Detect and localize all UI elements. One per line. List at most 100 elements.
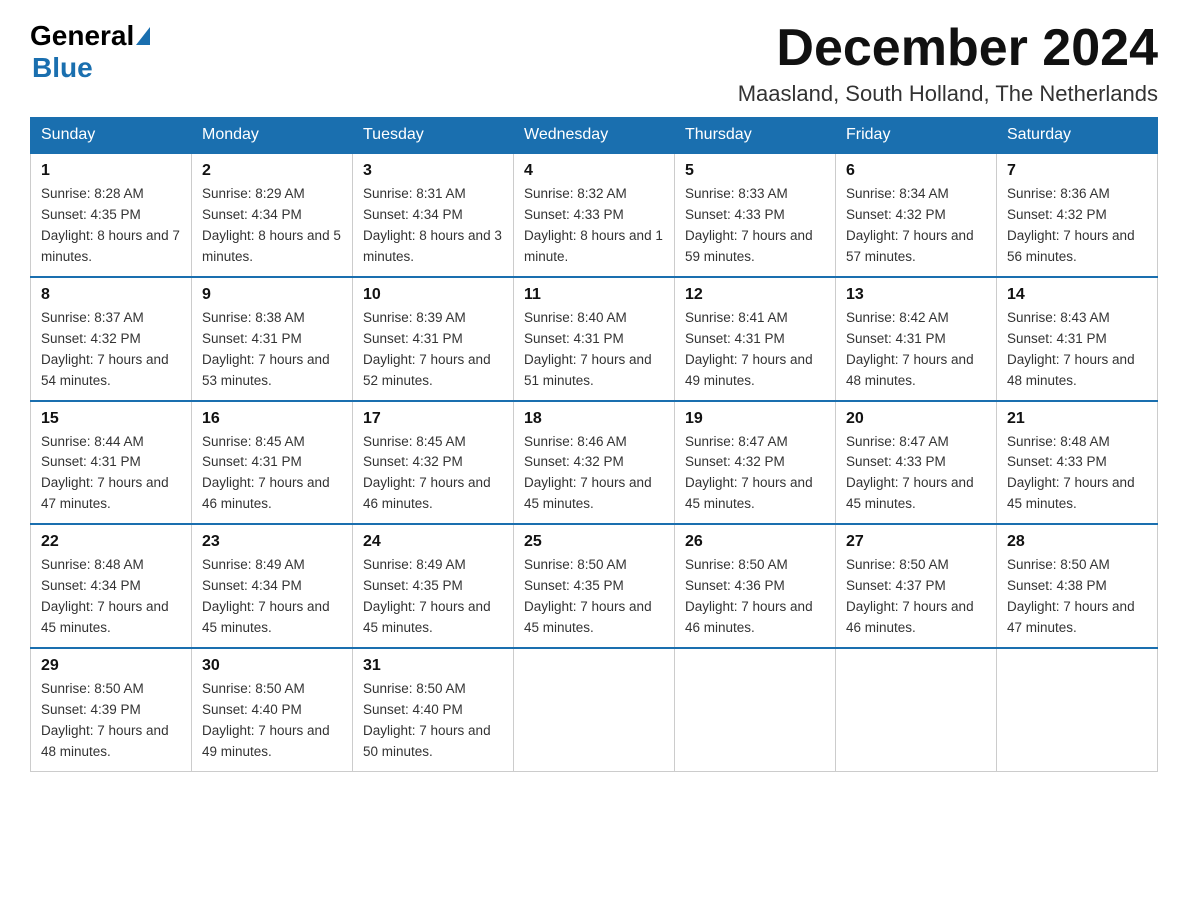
day-cell-14: 14 Sunrise: 8:43 AMSunset: 4:31 PMDayligh… bbox=[997, 277, 1158, 401]
day-info: Sunrise: 8:50 AMSunset: 4:40 PMDaylight:… bbox=[363, 679, 503, 763]
day-info: Sunrise: 8:43 AMSunset: 4:31 PMDaylight:… bbox=[1007, 308, 1147, 392]
day-info: Sunrise: 8:34 AMSunset: 4:32 PMDaylight:… bbox=[846, 184, 986, 268]
day-cell-12: 12 Sunrise: 8:41 AMSunset: 4:31 PMDayligh… bbox=[675, 277, 836, 401]
day-number: 28 bbox=[1007, 533, 1147, 551]
day-info: Sunrise: 8:49 AMSunset: 4:34 PMDaylight:… bbox=[202, 555, 342, 639]
day-info: Sunrise: 8:31 AMSunset: 4:34 PMDaylight:… bbox=[363, 184, 503, 268]
day-info: Sunrise: 8:46 AMSunset: 4:32 PMDaylight:… bbox=[524, 432, 664, 516]
calendar-header-row: SundayMondayTuesdayWednesdayThursdayFrid… bbox=[31, 118, 1158, 154]
day-header-monday: Monday bbox=[192, 118, 353, 154]
day-cell-18: 18 Sunrise: 8:46 AMSunset: 4:32 PMDayligh… bbox=[514, 401, 675, 525]
day-number: 26 bbox=[685, 533, 825, 551]
day-info: Sunrise: 8:50 AMSunset: 4:36 PMDaylight:… bbox=[685, 555, 825, 639]
day-number: 20 bbox=[846, 410, 986, 428]
day-cell-25: 25Sunrise: 8:50 AMSunset: 4:35 PMDayligh… bbox=[514, 524, 675, 648]
calendar-table: SundayMondayTuesdayWednesdayThursdayFrid… bbox=[30, 117, 1158, 771]
day-number: 22 bbox=[41, 533, 181, 551]
day-info: Sunrise: 8:29 AMSunset: 4:34 PMDaylight:… bbox=[202, 184, 342, 268]
day-info: Sunrise: 8:47 AMSunset: 4:33 PMDaylight:… bbox=[846, 432, 986, 516]
empty-cell bbox=[514, 648, 675, 771]
month-year-title: December 2024 bbox=[738, 20, 1158, 77]
day-info: Sunrise: 8:28 AMSunset: 4:35 PMDaylight:… bbox=[41, 184, 181, 268]
day-cell-17: 17Sunrise: 8:45 AMSunset: 4:32 PMDayligh… bbox=[353, 401, 514, 525]
week-row-5: 29Sunrise: 8:50 AMSunset: 4:39 PMDayligh… bbox=[31, 648, 1158, 771]
day-info: Sunrise: 8:41 AMSunset: 4:31 PMDaylight:… bbox=[685, 308, 825, 392]
day-info: Sunrise: 8:36 AMSunset: 4:32 PMDaylight:… bbox=[1007, 184, 1147, 268]
day-cell-28: 28 Sunrise: 8:50 AMSunset: 4:38 PMDayligh… bbox=[997, 524, 1158, 648]
day-number: 19 bbox=[685, 410, 825, 428]
day-number: 18 bbox=[524, 410, 664, 428]
day-number: 21 bbox=[1007, 410, 1147, 428]
empty-cell bbox=[675, 648, 836, 771]
day-number: 2 bbox=[202, 162, 342, 180]
day-cell-29: 29Sunrise: 8:50 AMSunset: 4:39 PMDayligh… bbox=[31, 648, 192, 771]
day-cell-22: 22 Sunrise: 8:48 AMSunset: 4:34 PMDayligh… bbox=[31, 524, 192, 648]
logo-triangle-icon bbox=[136, 27, 150, 45]
day-info: Sunrise: 8:50 AMSunset: 4:39 PMDaylight:… bbox=[41, 679, 181, 763]
day-info: Sunrise: 8:44 AMSunset: 4:31 PMDaylight:… bbox=[41, 432, 181, 516]
day-info: Sunrise: 8:50 AMSunset: 4:37 PMDaylight:… bbox=[846, 555, 986, 639]
day-info: Sunrise: 8:37 AMSunset: 4:32 PMDaylight:… bbox=[41, 308, 181, 392]
day-header-wednesday: Wednesday bbox=[514, 118, 675, 154]
day-cell-3: 3 Sunrise: 8:31 AMSunset: 4:34 PMDaylight… bbox=[353, 153, 514, 277]
day-cell-15: 15 Sunrise: 8:44 AMSunset: 4:31 PMDayligh… bbox=[31, 401, 192, 525]
day-info: Sunrise: 8:45 AMSunset: 4:31 PMDaylight:… bbox=[202, 432, 342, 516]
day-cell-16: 16 Sunrise: 8:45 AMSunset: 4:31 PMDayligh… bbox=[192, 401, 353, 525]
day-cell-4: 4 Sunrise: 8:32 AMSunset: 4:33 PMDaylight… bbox=[514, 153, 675, 277]
week-row-2: 8 Sunrise: 8:37 AMSunset: 4:32 PMDaylight… bbox=[31, 277, 1158, 401]
day-number: 3 bbox=[363, 162, 503, 180]
day-header-friday: Friday bbox=[836, 118, 997, 154]
day-number: 31 bbox=[363, 657, 503, 675]
day-info: Sunrise: 8:39 AMSunset: 4:31 PMDaylight:… bbox=[363, 308, 503, 392]
day-info: Sunrise: 8:49 AMSunset: 4:35 PMDaylight:… bbox=[363, 555, 503, 639]
day-cell-1: 1 Sunrise: 8:28 AMSunset: 4:35 PMDaylight… bbox=[31, 153, 192, 277]
day-number: 13 bbox=[846, 286, 986, 304]
day-number: 15 bbox=[41, 410, 181, 428]
day-info: Sunrise: 8:47 AMSunset: 4:32 PMDaylight:… bbox=[685, 432, 825, 516]
day-number: 1 bbox=[41, 162, 181, 180]
day-info: Sunrise: 8:45 AMSunset: 4:32 PMDaylight:… bbox=[363, 432, 503, 516]
day-cell-9: 9Sunrise: 8:38 AMSunset: 4:31 PMDaylight… bbox=[192, 277, 353, 401]
day-number: 10 bbox=[363, 286, 503, 304]
day-header-thursday: Thursday bbox=[675, 118, 836, 154]
day-info: Sunrise: 8:32 AMSunset: 4:33 PMDaylight:… bbox=[524, 184, 664, 268]
logo-blue-text: Blue bbox=[32, 52, 93, 83]
day-cell-8: 8 Sunrise: 8:37 AMSunset: 4:32 PMDaylight… bbox=[31, 277, 192, 401]
day-number: 16 bbox=[202, 410, 342, 428]
day-number: 14 bbox=[1007, 286, 1147, 304]
day-cell-31: 31 Sunrise: 8:50 AMSunset: 4:40 PMDayligh… bbox=[353, 648, 514, 771]
location-subtitle: Maasland, South Holland, The Netherlands bbox=[738, 81, 1158, 107]
day-number: 11 bbox=[524, 286, 664, 304]
day-cell-20: 20 Sunrise: 8:47 AMSunset: 4:33 PMDayligh… bbox=[836, 401, 997, 525]
day-number: 6 bbox=[846, 162, 986, 180]
day-number: 7 bbox=[1007, 162, 1147, 180]
day-info: Sunrise: 8:33 AMSunset: 4:33 PMDaylight:… bbox=[685, 184, 825, 268]
week-row-1: 1 Sunrise: 8:28 AMSunset: 4:35 PMDaylight… bbox=[31, 153, 1158, 277]
day-cell-5: 5Sunrise: 8:33 AMSunset: 4:33 PMDaylight… bbox=[675, 153, 836, 277]
day-info: Sunrise: 8:50 AMSunset: 4:40 PMDaylight:… bbox=[202, 679, 342, 763]
day-cell-23: 23 Sunrise: 8:49 AMSunset: 4:34 PMDayligh… bbox=[192, 524, 353, 648]
day-number: 12 bbox=[685, 286, 825, 304]
day-header-sunday: Sunday bbox=[31, 118, 192, 154]
day-number: 30 bbox=[202, 657, 342, 675]
page-header: General Blue December 2024 Maasland, Sou… bbox=[30, 20, 1158, 107]
day-number: 4 bbox=[524, 162, 664, 180]
empty-cell bbox=[997, 648, 1158, 771]
day-cell-24: 24Sunrise: 8:49 AMSunset: 4:35 PMDayligh… bbox=[353, 524, 514, 648]
day-cell-6: 6 Sunrise: 8:34 AMSunset: 4:32 PMDaylight… bbox=[836, 153, 997, 277]
day-number: 23 bbox=[202, 533, 342, 551]
day-cell-27: 27Sunrise: 8:50 AMSunset: 4:37 PMDayligh… bbox=[836, 524, 997, 648]
day-info: Sunrise: 8:50 AMSunset: 4:38 PMDaylight:… bbox=[1007, 555, 1147, 639]
day-cell-19: 19 Sunrise: 8:47 AMSunset: 4:32 PMDayligh… bbox=[675, 401, 836, 525]
day-cell-30: 30 Sunrise: 8:50 AMSunset: 4:40 PMDayligh… bbox=[192, 648, 353, 771]
day-header-tuesday: Tuesday bbox=[353, 118, 514, 154]
day-cell-11: 11Sunrise: 8:40 AMSunset: 4:31 PMDayligh… bbox=[514, 277, 675, 401]
day-info: Sunrise: 8:48 AMSunset: 4:34 PMDaylight:… bbox=[41, 555, 181, 639]
day-cell-10: 10 Sunrise: 8:39 AMSunset: 4:31 PMDayligh… bbox=[353, 277, 514, 401]
day-info: Sunrise: 8:48 AMSunset: 4:33 PMDaylight:… bbox=[1007, 432, 1147, 516]
title-block: December 2024 Maasland, South Holland, T… bbox=[738, 20, 1158, 107]
day-cell-21: 21 Sunrise: 8:48 AMSunset: 4:33 PMDayligh… bbox=[997, 401, 1158, 525]
week-row-3: 15 Sunrise: 8:44 AMSunset: 4:31 PMDayligh… bbox=[31, 401, 1158, 525]
logo-general-text: General bbox=[30, 20, 134, 52]
day-number: 8 bbox=[41, 286, 181, 304]
